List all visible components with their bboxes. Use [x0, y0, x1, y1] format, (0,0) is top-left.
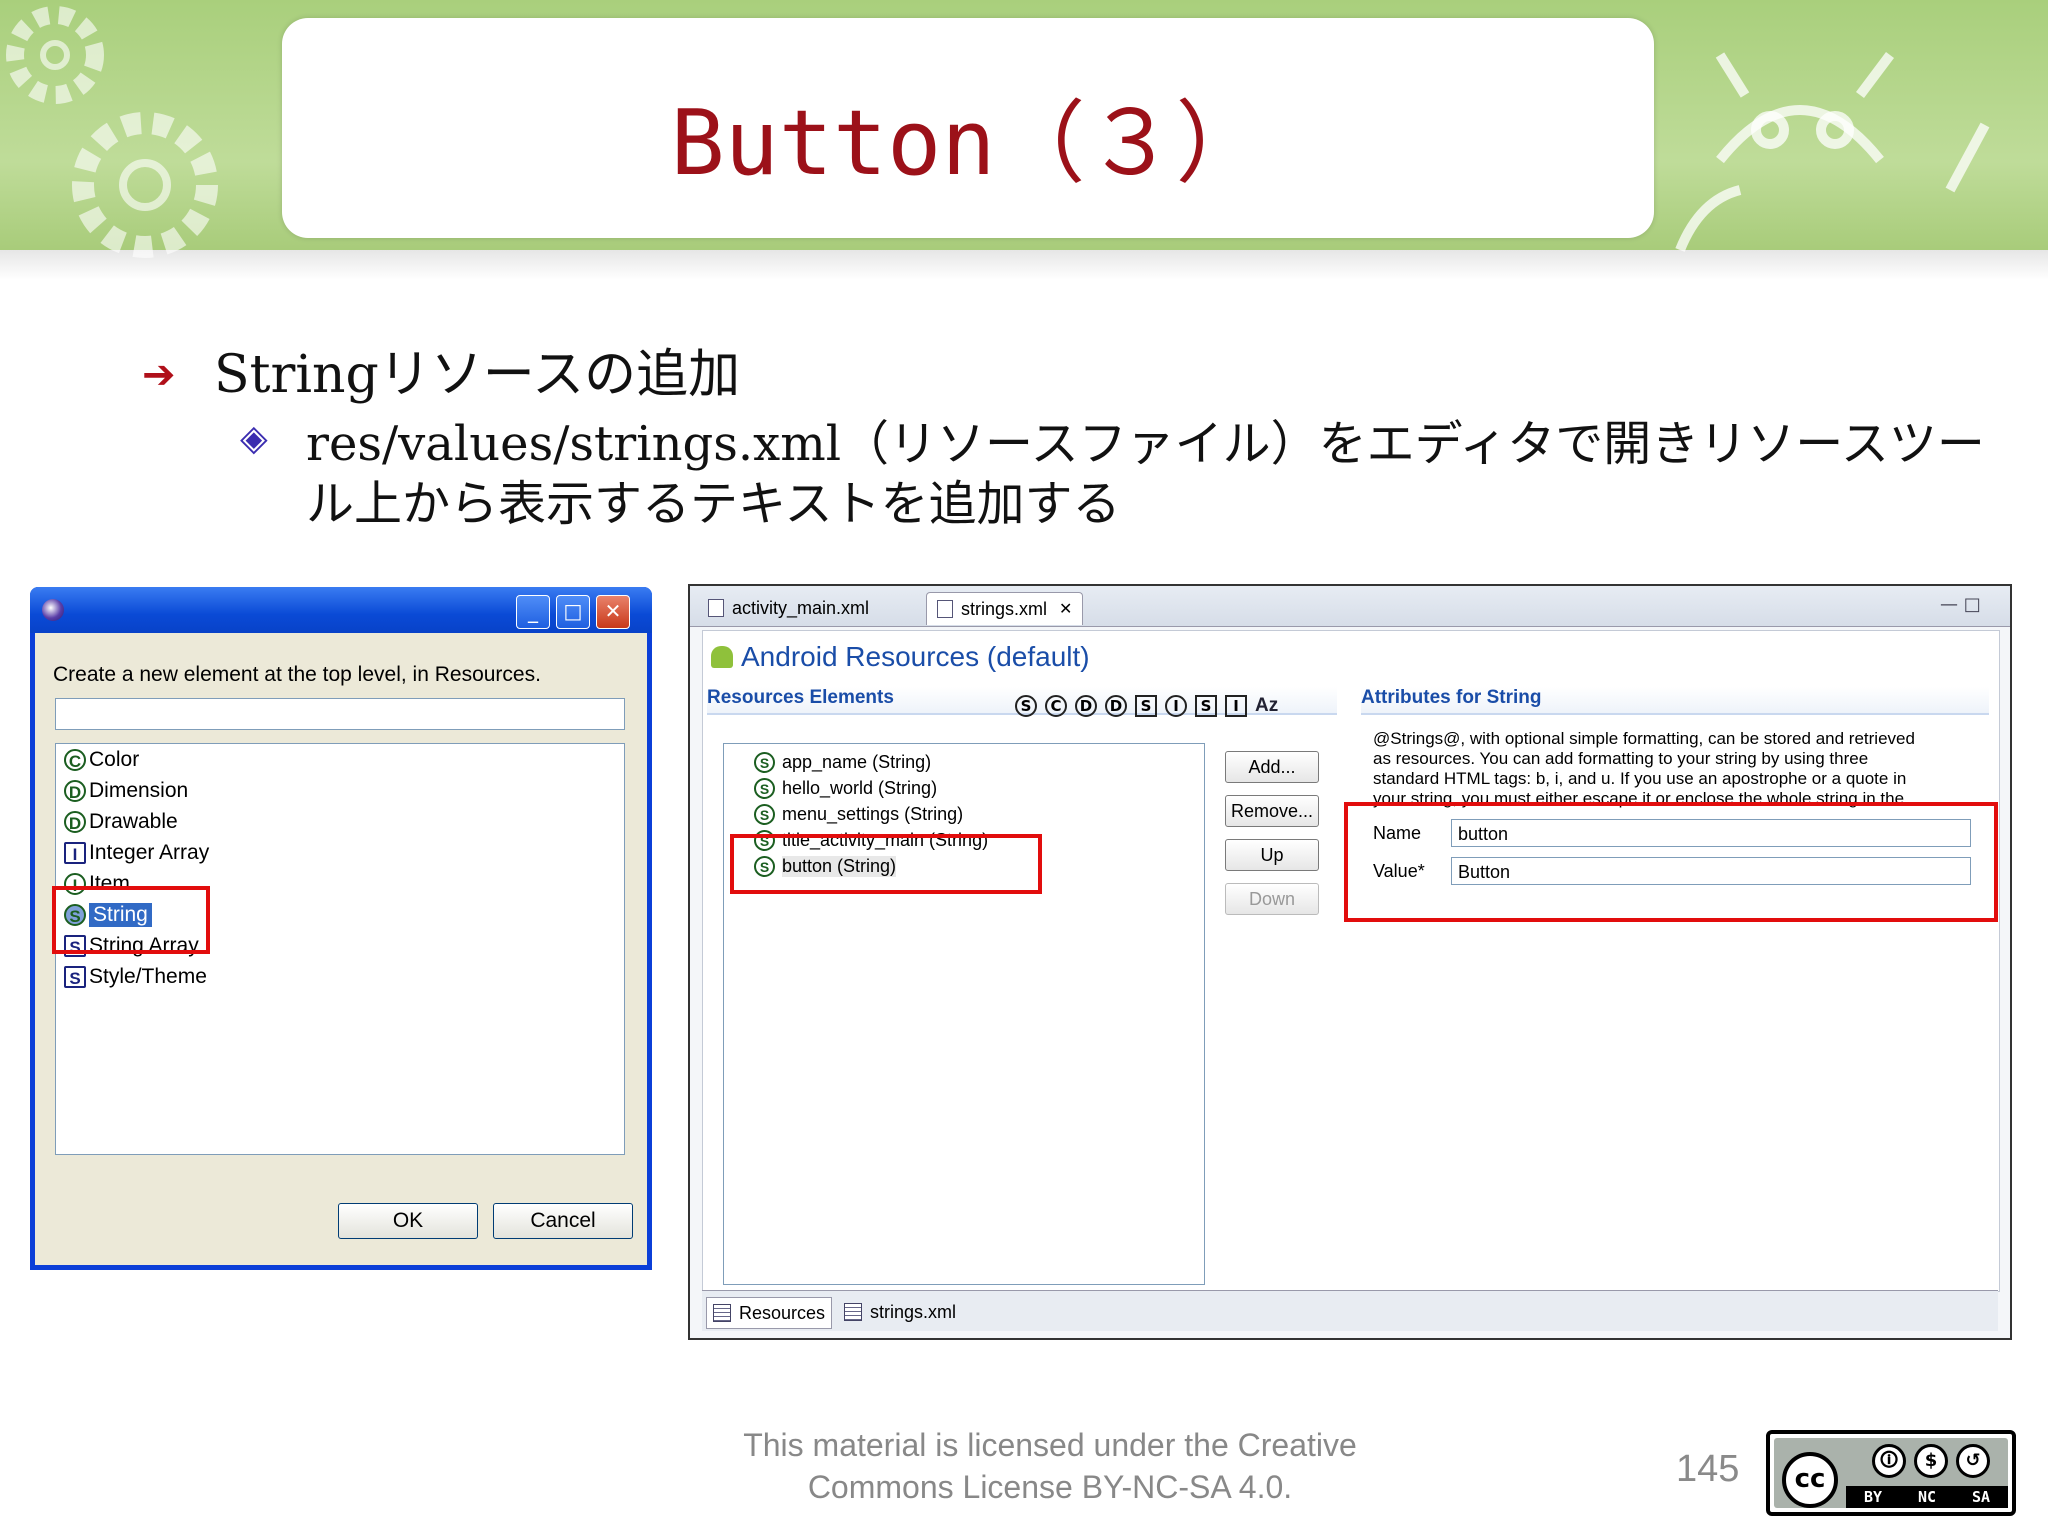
filter-color-icon[interactable]: C [1045, 695, 1067, 717]
tab-resources[interactable]: Resources [706, 1297, 833, 1329]
filter-toolbar: S C D D S I S I Az [1015, 695, 1278, 717]
tree-item[interactable]: Smenu_settings (String) [754, 802, 963, 826]
list-item-label: Integer Array [89, 841, 210, 864]
android-icon [711, 646, 733, 668]
cc-logo-icon: cc [1782, 1452, 1838, 1508]
bullet-subtext: res/values/strings.xml（リソースファイル）をエディタで開き… [306, 416, 1985, 532]
filter-drawable-icon[interactable]: D [1105, 695, 1127, 717]
maximize-button[interactable]: □ [556, 595, 590, 629]
tree-item[interactable]: Sapp_name (String) [754, 750, 931, 774]
tab-label: activity_main.xml [732, 597, 870, 618]
bullet-heading: Stringリソースの追加 [214, 345, 741, 405]
filter-input[interactable] [55, 698, 625, 730]
up-button[interactable]: Up [1225, 839, 1319, 871]
editor-content: Android Resources (default) Resources El… [702, 630, 2000, 1292]
sort-alphabetical-icon[interactable]: Az [1255, 695, 1278, 717]
string-icon: S [754, 751, 775, 773]
diamond-bullet-icon: ◈ [240, 418, 268, 459]
list-item-dimension[interactable]: D Dimension [64, 777, 188, 805]
remove-button[interactable]: Remove... [1225, 795, 1319, 827]
integer-array-type-icon: I [64, 842, 86, 864]
license-line-1: This material is licensed under the Crea… [743, 1427, 1357, 1463]
attribution-icon: 🛈 [1872, 1444, 1906, 1478]
cc-badge-inner: cc 🛈 $ ↺ BY NC SA [1774, 1438, 2008, 1508]
list-item-label: Drawable [89, 810, 178, 833]
cancel-button[interactable]: Cancel [493, 1203, 633, 1239]
dimension-type-icon: D [64, 780, 86, 802]
filter-item-icon[interactable]: I [1165, 695, 1187, 717]
tree-item-label: hello_world (String) [782, 777, 938, 798]
list-item-color[interactable]: C Color [64, 746, 139, 774]
arrow-bullet-icon: ➔ [142, 352, 176, 398]
license-text: This material is licensed under the Crea… [700, 1424, 1400, 1508]
tab-activity-main[interactable]: activity_main.xml [698, 592, 879, 624]
list-item-integer-array[interactable]: I Integer Array [64, 839, 209, 867]
add-button[interactable]: Add... [1225, 751, 1319, 783]
ok-button[interactable]: OK [338, 1203, 478, 1239]
string-icon: S [754, 777, 775, 799]
eclipse-icon [42, 599, 64, 621]
filter-style-icon[interactable]: S [1135, 695, 1157, 717]
cc-label-nc: NC [1917, 1488, 1937, 1506]
page-number: 145 [1676, 1448, 1740, 1490]
xml-file-icon [708, 599, 724, 617]
tab-label: strings.xml [961, 598, 1048, 619]
android-robot-icon [1675, 52, 1990, 252]
xml-file-icon [937, 600, 953, 618]
source-view-icon [844, 1303, 862, 1321]
list-item-label: Style/Theme [89, 965, 207, 988]
highlight-button-item [730, 834, 1042, 894]
tab-label: strings.xml [870, 1301, 957, 1322]
drawable-type-icon: D [64, 811, 86, 833]
filter-string-icon[interactable]: S [1015, 695, 1037, 717]
cc-label-sa: SA [1971, 1488, 1991, 1506]
list-item-drawable[interactable]: D Drawable [64, 808, 178, 836]
minimize-maximize-icon[interactable]: — □ [1940, 594, 1981, 615]
editor-tab-bar: activity_main.xml strings.xml ✕ — □ [690, 586, 2010, 627]
highlight-string-item [52, 886, 210, 954]
noncommercial-icon: $ [1914, 1444, 1948, 1478]
attributes-header: Attributes for String [1361, 687, 1989, 715]
filter-string-array-icon[interactable]: S [1195, 695, 1217, 717]
list-item-style-theme[interactable]: S Style/Theme [64, 963, 207, 991]
tree-item-label: menu_settings (String) [782, 803, 964, 824]
tab-strings-xml[interactable]: strings.xml ✕ [926, 592, 1084, 625]
filter-integer-array-icon[interactable]: I [1225, 695, 1247, 717]
dialog-prompt: Create a new element at the top level, i… [53, 663, 541, 686]
resource-editor: activity_main.xml strings.xml ✕ — □ Andro… [688, 584, 2012, 1340]
license-line-2: Commons License BY-NC-SA 4.0. [807, 1469, 1293, 1505]
highlight-attributes [1344, 802, 1998, 922]
dialog-titlebar[interactable]: _ □ ✕ [30, 587, 652, 633]
tab-strings-source[interactable]: strings.xml [838, 1297, 962, 1327]
slide-title: Button（３） [670, 91, 1266, 196]
list-item-label: Color [89, 748, 140, 771]
resources-view-icon [713, 1304, 731, 1322]
cc-license-badge: cc 🛈 $ ↺ BY NC SA [1766, 1430, 2016, 1516]
gear-icon [6, 6, 218, 258]
filter-dimension-icon[interactable]: D [1075, 695, 1097, 717]
close-tab-icon[interactable]: ✕ [1059, 599, 1072, 619]
editor-heading-text: Android Resources (default) [741, 641, 1090, 672]
color-type-icon: C [64, 749, 86, 771]
string-description: @Strings@, with optional simple formatti… [1373, 729, 1915, 811]
editor-bottom-tabs: Resources strings.xml [702, 1290, 1998, 1331]
cc-label-by: BY [1863, 1488, 1883, 1506]
string-icon: S [754, 803, 775, 825]
resource-tree[interactable]: Sapp_name (String) Shello_world (String)… [723, 743, 1205, 1285]
share-alike-icon: ↺ [1956, 1444, 1990, 1478]
tree-item[interactable]: Shello_world (String) [754, 776, 937, 800]
minimize-button[interactable]: _ [516, 595, 550, 629]
tree-item-label: app_name (String) [782, 751, 932, 772]
tab-label: Resources [739, 1302, 826, 1323]
editor-heading: Android Resources (default) [711, 641, 1090, 673]
close-button[interactable]: ✕ [596, 595, 630, 629]
cc-label-strip: BY NC SA [1846, 1486, 2008, 1508]
style-theme-type-icon: S [64, 966, 86, 988]
down-button[interactable]: Down [1225, 883, 1319, 915]
list-item-label: Dimension [89, 779, 189, 802]
